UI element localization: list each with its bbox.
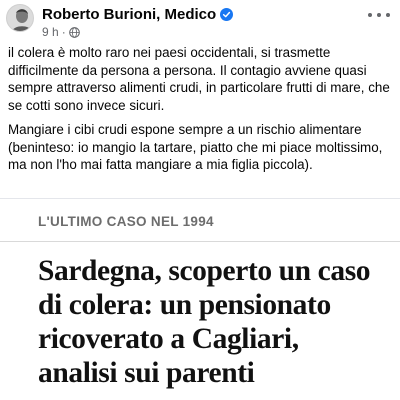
author-name[interactable]: Roberto Burioni, Medico (42, 6, 216, 23)
post-body: il colera è molto raro nei paesi occiden… (0, 44, 400, 181)
article-headline: Sardegna, scoperto un caso di colera: un… (38, 254, 398, 390)
post-time[interactable]: 9 h (42, 25, 59, 39)
meta-separator: · (61, 25, 66, 39)
verified-badge-icon (220, 8, 234, 21)
article-image[interactable]: L'ULTIMO CASO NEL 1994 Sardegna, scopert… (0, 198, 400, 400)
headline-line: Sardegna, scoperto un caso (38, 255, 371, 287)
post-header: Roberto Burioni, Medico 9 h · (0, 0, 400, 44)
post-paragraph-1: il colera è molto raro nei paesi occiden… (8, 45, 390, 113)
article-kicker: L'ULTIMO CASO NEL 1994 (38, 214, 214, 229)
headline-line: ricoverato a Cagliari, (38, 323, 299, 355)
author-name-row: Roberto Burioni, Medico (42, 6, 234, 23)
headline-line: di colera: un pensionato (38, 289, 331, 321)
globe-icon (68, 26, 80, 38)
avatar-portrait-icon (7, 5, 33, 31)
author-avatar[interactable] (6, 4, 34, 32)
more-options-icon[interactable] (368, 8, 390, 22)
post-meta: 9 h · (42, 25, 80, 39)
kicker-divider (0, 241, 400, 242)
post-paragraph-2: Mangiare i cibi crudi espone sempre a un… (8, 122, 383, 172)
headline-line: analisi sui parenti (38, 357, 255, 389)
